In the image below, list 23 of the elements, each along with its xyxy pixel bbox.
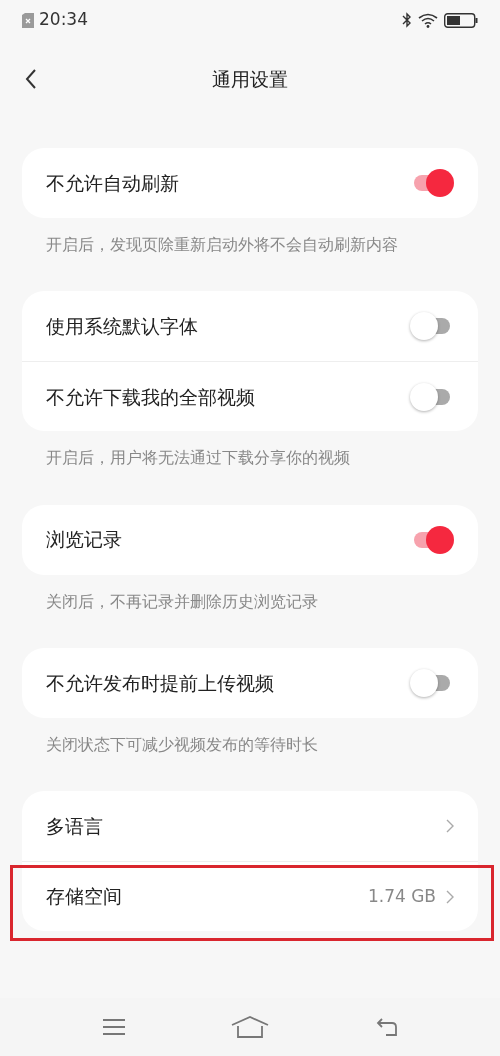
bluetooth-icon [402, 12, 412, 28]
setting-note: 关闭后，不再记录并删除历史浏览记录 [45, 591, 319, 613]
setting-note: 开启后，用户将无法通过下载分享你的视频 [45, 448, 351, 470]
setting-label: 不允许下载我的全部视频 [46, 384, 255, 410]
setting-label: 不允许自动刷新 [46, 170, 179, 196]
setting-note: 关闭状态下可减少视频发布的等待时长 [45, 734, 319, 756]
page-title: 通用设置 [212, 66, 288, 92]
sim-icon [22, 12, 34, 28]
battery-icon [444, 12, 478, 28]
setting-label: 使用系统默认字体 [46, 314, 198, 339]
wifi-icon [418, 12, 438, 28]
back-icon [25, 68, 37, 90]
status-time: 20:34 [39, 8, 88, 32]
setting-label: 多语言 [46, 813, 103, 839]
setting-label: 浏览记录 [46, 527, 122, 553]
chevron-icon [446, 819, 454, 833]
setting-label: 存储空间 [46, 884, 122, 910]
home-icon[interactable] [231, 1016, 269, 1038]
setting-note: 开启后，发现页除重新启动外将不会自动刷新内容 [45, 235, 399, 256]
storage-value: 1.74 GB [367, 884, 436, 908]
menu-icon[interactable] [102, 1018, 127, 1036]
chevron-icon [446, 889, 454, 904]
setting-label: 不允许发布时提前上传视频 [46, 670, 274, 696]
